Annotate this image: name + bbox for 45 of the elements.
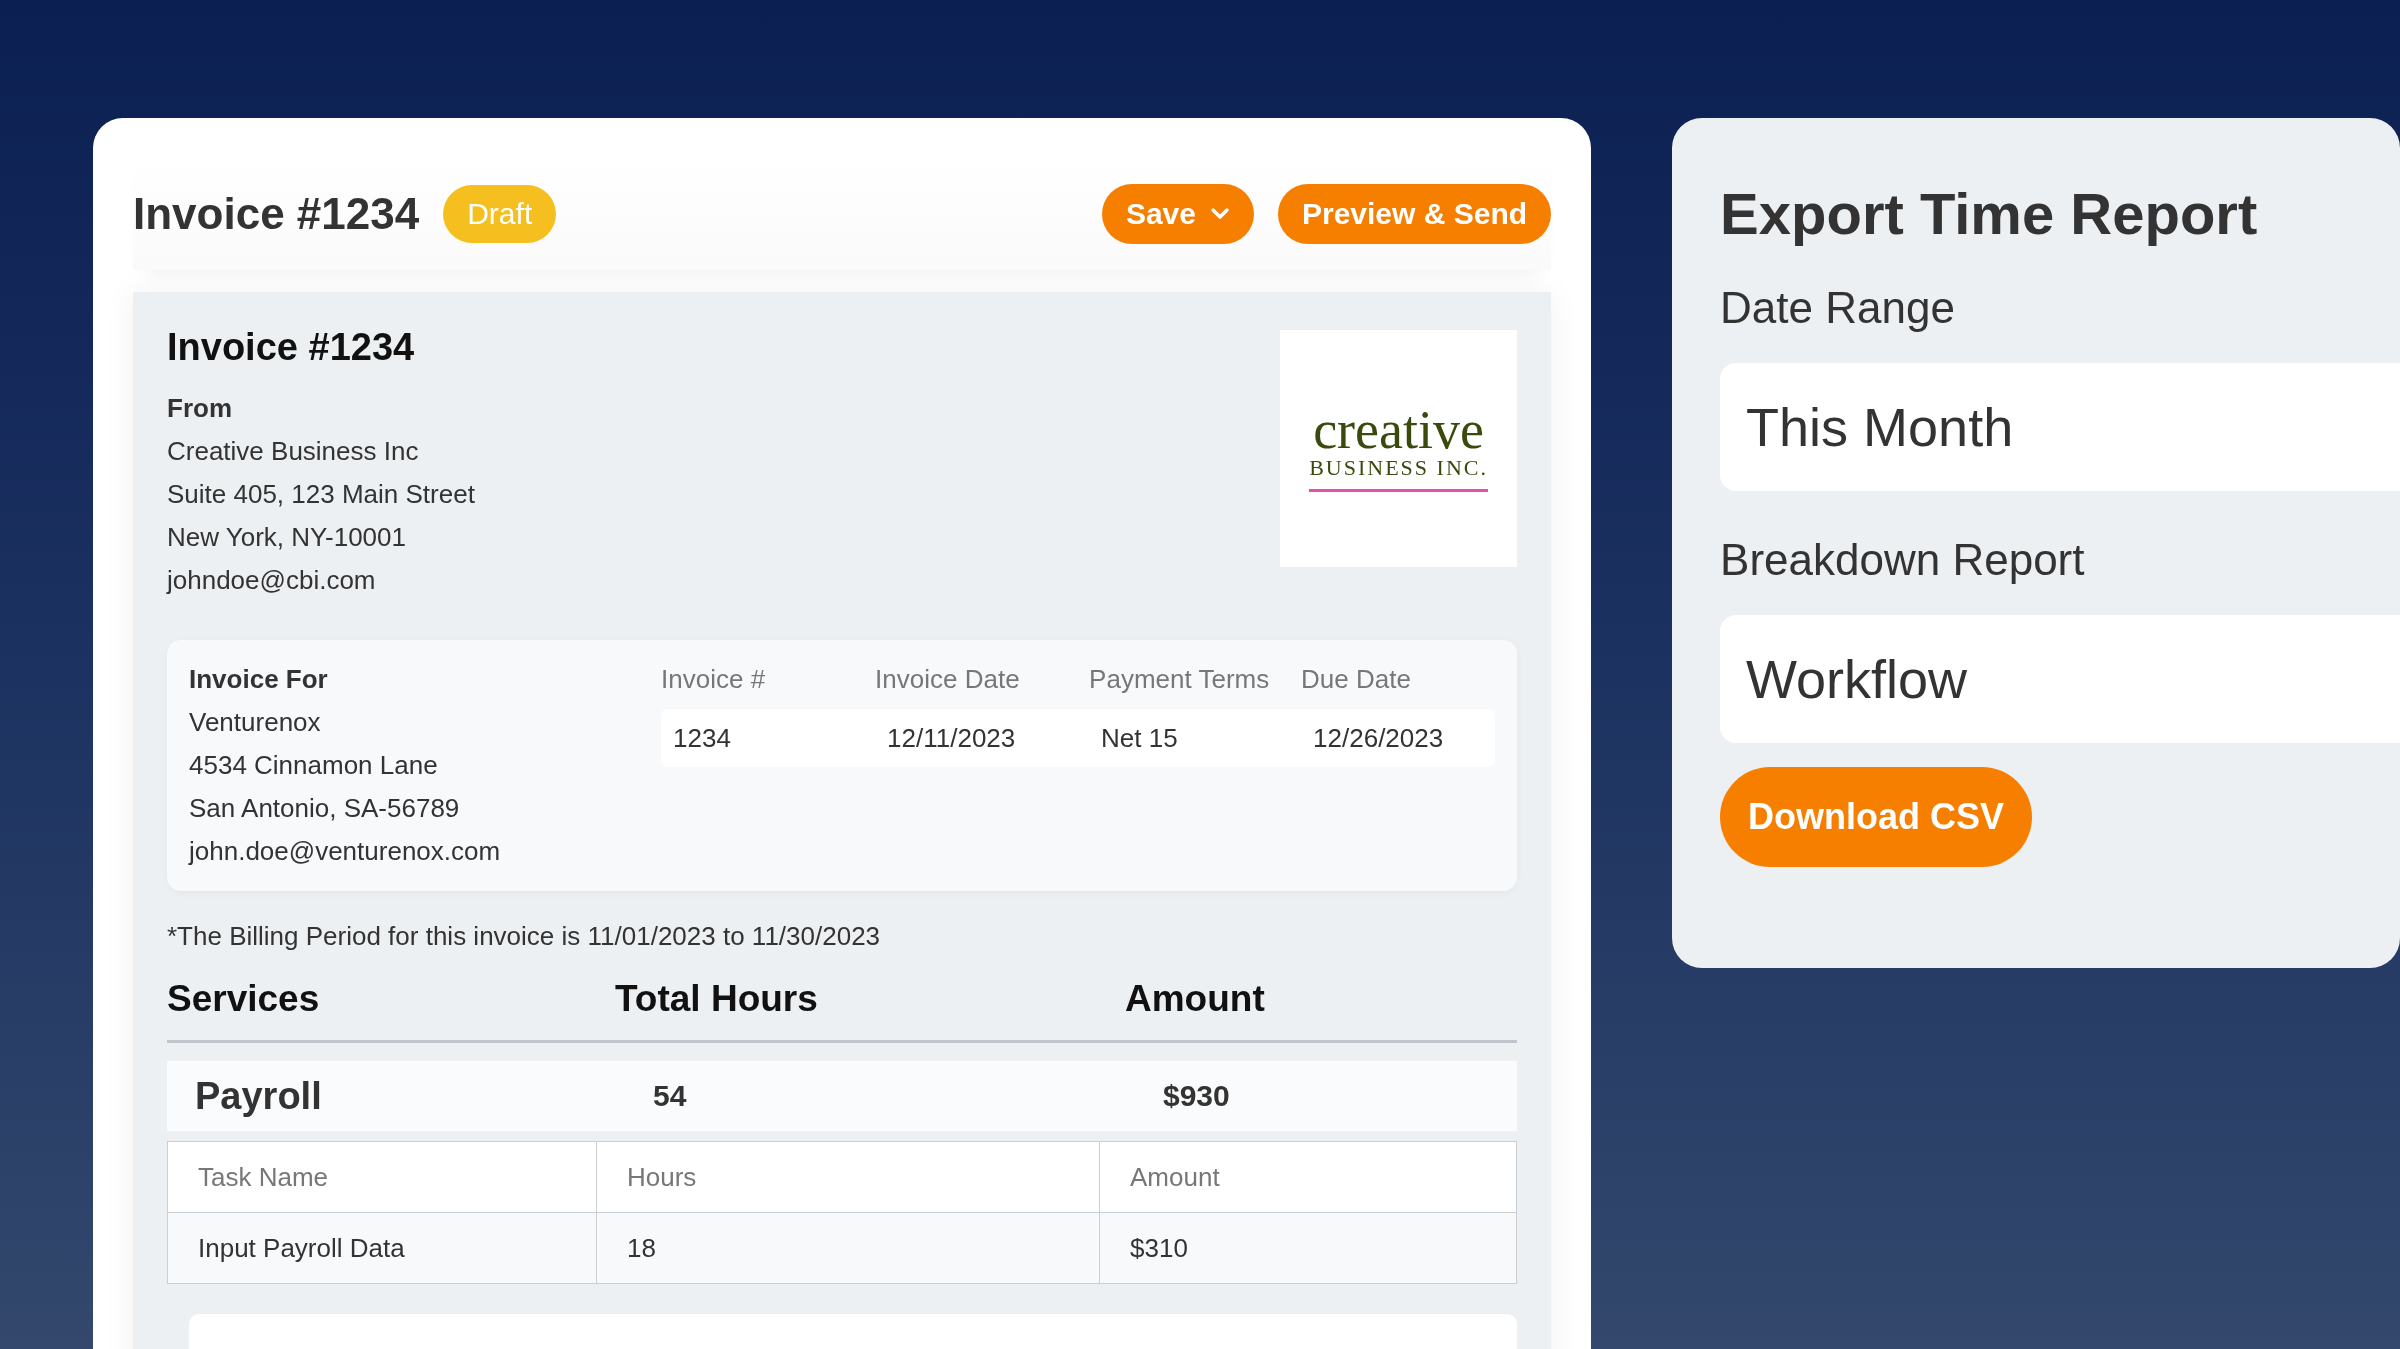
field-label: Breakdown Report (1720, 535, 2086, 585)
document-title: Invoice #1234 (167, 326, 416, 369)
panel-title: Export Time Report (1720, 180, 2259, 247)
table-cell-text: $310 (1129, 1231, 1189, 1265)
billing-note: *The Billing Period for this invoice is 11/01/2023 to 11/30/2023 (167, 921, 882, 952)
select-field[interactable]: Workflow (1720, 615, 2400, 743)
column-header: Invoice Date (875, 663, 1021, 696)
detail-value: 12/26/2023 (1312, 722, 1445, 754)
column-header: Total Hours (615, 978, 819, 1020)
service-name: Payroll (195, 1074, 323, 1118)
address-line: New York, NY-10001 (167, 521, 407, 554)
chevron-down-icon (1210, 207, 1230, 221)
preview-send-button[interactable]: Preview & Send (1278, 184, 1552, 244)
address-line: Suite 405, 123 Main Street (167, 478, 475, 511)
logo-name: creative (1313, 405, 1484, 455)
table-cell: Input Payroll Data (168, 1213, 597, 1283)
column-header: Amount (1125, 978, 1266, 1020)
table-header-cell: Task Name (168, 1142, 597, 1212)
column-header: Due Date (1301, 663, 1412, 696)
invoice-title: Invoice #1234 (133, 189, 420, 239)
address-line: Venturenox (189, 706, 322, 739)
detail-value: Net 15 (1100, 722, 1179, 754)
column-header: Payment Terms (1089, 663, 1271, 696)
table-header-cell-text: Amount (1129, 1160, 1221, 1194)
address-line: Creative Business Inc (167, 435, 420, 468)
detail-value: 1234 (672, 722, 732, 754)
select-field[interactable]: This Month (1720, 363, 2400, 491)
address-line: San Antonio, SA-56789 (189, 792, 461, 825)
download-csv-button[interactable]: Download CSV (1720, 767, 2033, 867)
status-badge: Draft (443, 185, 557, 243)
save-button[interactable]: Save (1101, 184, 1254, 244)
address-line: johndoe@cbi.com (167, 564, 377, 597)
detail-value: 12/11/2023 (886, 722, 1017, 754)
service-amount: $930 (1163, 1079, 1231, 1113)
column-header: Services (167, 978, 321, 1020)
address-line: 4534 Cinnamon Lane (189, 749, 439, 782)
field-label: Date Range (1720, 283, 1956, 333)
column-header: Invoice # (661, 663, 767, 696)
logo-tagline: BUSINESS INC. (1309, 455, 1488, 481)
section-label: From (167, 392, 233, 425)
address-line: john.doe@venturenox.com (189, 835, 501, 868)
section-label: Invoice For (189, 663, 329, 696)
table-header-cell: Hours (597, 1142, 1100, 1212)
total-hours: 54 (653, 1079, 688, 1113)
table-cell: 18 (597, 1213, 1100, 1283)
